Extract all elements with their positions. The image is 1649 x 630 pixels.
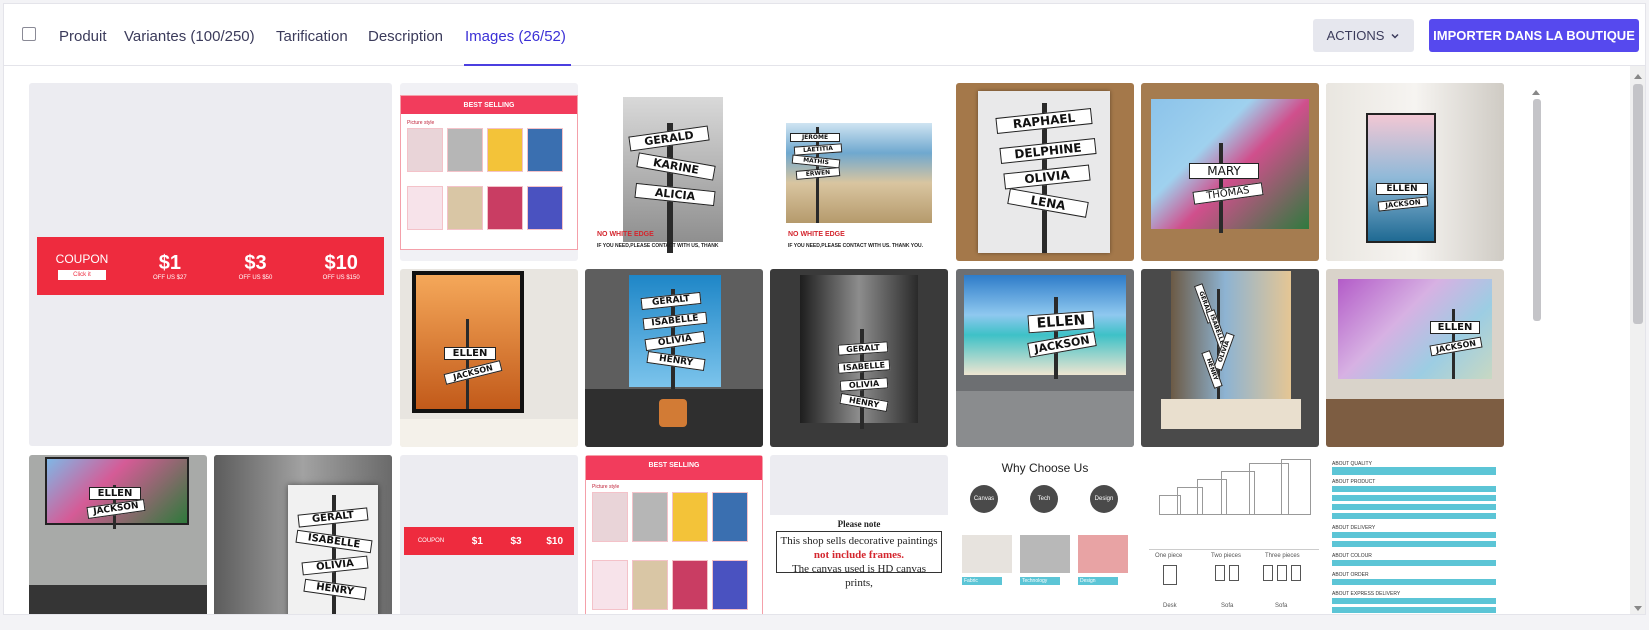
actions-label: ACTIONS [1326,28,1385,43]
contact-note-text: IF YOU NEED,PLEASE CONTACT WITH US. THAN… [788,243,924,249]
coupon-amount: $3 [244,251,267,274]
picture-style-text: Picture style [407,120,435,126]
product-editor-panel: Produit Variantes (100/250) Tarification… [3,3,1646,615]
note-text: The canvas used is HD canvas prints, [791,563,927,589]
coupon-off: OFF US $27 [152,274,187,281]
page-scroll-up-icon[interactable] [1634,74,1642,79]
about-heading: ABOUT ORDER [1332,572,1369,578]
image-tile-sign-beach[interactable]: JEROME LAETITIA MATHIS ERWEN NO WHITE ED… [770,83,948,261]
image-tile-coupon[interactable]: COUPON Click it $1 OFF US $27 $3 OFF US $5… [29,83,392,446]
picture-style-text: Picture style [592,484,620,490]
size-room-label: Desk [1163,603,1177,609]
why-circle: Design [1090,485,1118,513]
sign-board: ELLEN [1430,321,1480,334]
best-selling-title: BEST SELLING [401,96,577,114]
why-label: Fabric [962,577,1002,585]
sign-board: ELLEN [1376,183,1428,195]
image-grid-scroll-thumb[interactable] [1533,99,1541,321]
about-heading: ABOUT EXPRESS DELIVERY [1332,591,1401,597]
tab-variantes[interactable]: Variantes (100/250) [124,28,255,45]
image-tile-sign-street[interactable]: GERALT ISABELLE OLIVIA HENRY [1141,269,1319,447]
why-label: Design [1078,577,1118,585]
about-heading: ABOUT DELIVERY [1332,525,1376,531]
coupon-banner: COUPON $1 $3 $10 [404,527,574,555]
contact-note-text: IF YOU NEED,PLEASE CONTACT WITH US, THAN… [597,243,719,249]
coupon-label: COUPON [55,252,109,266]
note-text-highlight: not include frames. [813,549,905,561]
scroll-up-arrow-icon[interactable] [1532,90,1540,95]
image-tile-sign-gerald[interactable]: GERALD KARINE ALICIA NO WHITE EDGE IF YO… [585,83,763,261]
tab-bar: Produit Variantes (100/250) Tarification… [4,4,1645,66]
image-tile-sign-forest[interactable]: GERALT ISABELLE OLIVIA HENRY [770,269,948,447]
why-title: Why Choose Us [1001,461,1089,475]
coupon-click-button: Click it [58,270,106,280]
image-tile-best-selling-2[interactable]: BEST SELLING Picture style [585,455,763,614]
image-tile-sign-geralt-concrete[interactable]: GERALT ISABELLE OLIVIA HENRY [214,455,392,614]
size-count-label: Three pieces [1265,553,1300,559]
coupon-amount: $10 [546,535,564,547]
tab-produit[interactable]: Produit [59,28,107,45]
tab-images[interactable]: Images (26/52) [465,28,566,45]
image-tile-sign-eiffel[interactable]: ELLEN JACKSON [400,269,578,447]
chevron-down-icon [1391,33,1399,39]
coupon-amount: $10 [324,251,358,274]
image-tile-sign-raphael[interactable]: RAPHAEL DELPHINE OLIVIA LENA [956,83,1134,261]
about-heading: ABOUT COLOUR [1332,553,1372,559]
please-note-title: Please note [837,519,881,529]
coupon-off: OFF US $50 [238,274,273,281]
sign-board: ELLEN [89,487,141,500]
page-scroll-down-icon[interactable] [1634,606,1642,611]
about-heading: ABOUT PRODUCT [1332,479,1376,485]
image-tile-sizes[interactable]: One piece Two pieces Three pieces Desk S… [1141,455,1319,614]
image-tile-about[interactable]: ABOUT QUALITY ABOUT PRODUCT ABOUT DELIVE… [1326,455,1504,614]
image-tile-coupon-small[interactable]: COUPON $1 $3 $10 [400,455,578,614]
why-circle: Canvas [970,485,998,513]
size-room-label: Sofa [1221,603,1234,609]
image-tile-sign-ellen-desk[interactable]: ELLEN JACKSON [29,455,207,614]
active-tab-indicator [464,64,571,66]
coupon-amount: $1 [158,251,181,274]
tab-tarification[interactable]: Tarification [276,28,348,45]
why-circle: Tech [1030,485,1058,513]
size-count-label: One piece [1155,553,1183,559]
sign-board: JEROME [790,133,840,142]
coupon-label: COUPON [417,538,445,544]
select-all-checkbox[interactable] [22,27,36,41]
import-to-store-button[interactable]: IMPORTER DANS LA BOUTIQUE [1429,19,1639,52]
image-tile-sign-ellen-beach[interactable]: ELLEN JACKSON [956,269,1134,447]
no-white-edge-text: NO WHITE EDGE [597,231,654,238]
sign-board: MARY [1189,163,1259,179]
best-selling-title: BEST SELLING [586,456,762,480]
image-tile-best-selling[interactable]: BEST SELLING Picture style [400,83,578,261]
image-tile-sign-mary[interactable]: MARY THOMAS [1141,83,1319,261]
note-text: This shop sells decorative paintings [780,535,938,547]
coupon-banner: COUPON Click it $1 OFF US $27 $3 OFF US $5… [37,237,384,295]
size-count-label: Two pieces [1211,553,1242,559]
actions-dropdown-button[interactable]: ACTIONS [1313,19,1414,52]
please-note-box: This shop sells decorative paintings not… [776,531,942,589]
image-tile-sign-ellen-island[interactable]: ELLEN JACKSON [1326,83,1504,261]
image-tile-sign-ellen-purple[interactable]: ELLEN JACKSON [1326,269,1504,447]
size-room-label: Sofa [1275,603,1288,609]
sign-board: ELLEN [444,347,496,360]
image-tile-sign-geralt-sofa[interactable]: GERALT ISABELLE OLIVIA HENRY [585,269,763,447]
tab-description[interactable]: Description [368,28,443,45]
image-tile-please-note[interactable]: Please note This shop sells decorative p… [770,455,948,614]
coupon-amount: $1 [471,535,483,547]
no-white-edge-text: NO WHITE EDGE [788,231,845,238]
page-scroll-thumb[interactable] [1633,84,1643,324]
coupon-amount: $3 [510,535,522,547]
image-tile-why-choose-us[interactable]: Why Choose Us Canvas Tech Design Fabric … [956,455,1134,614]
coupon-off: OFF US $150 [322,274,360,281]
why-label: Technology [1020,577,1060,585]
